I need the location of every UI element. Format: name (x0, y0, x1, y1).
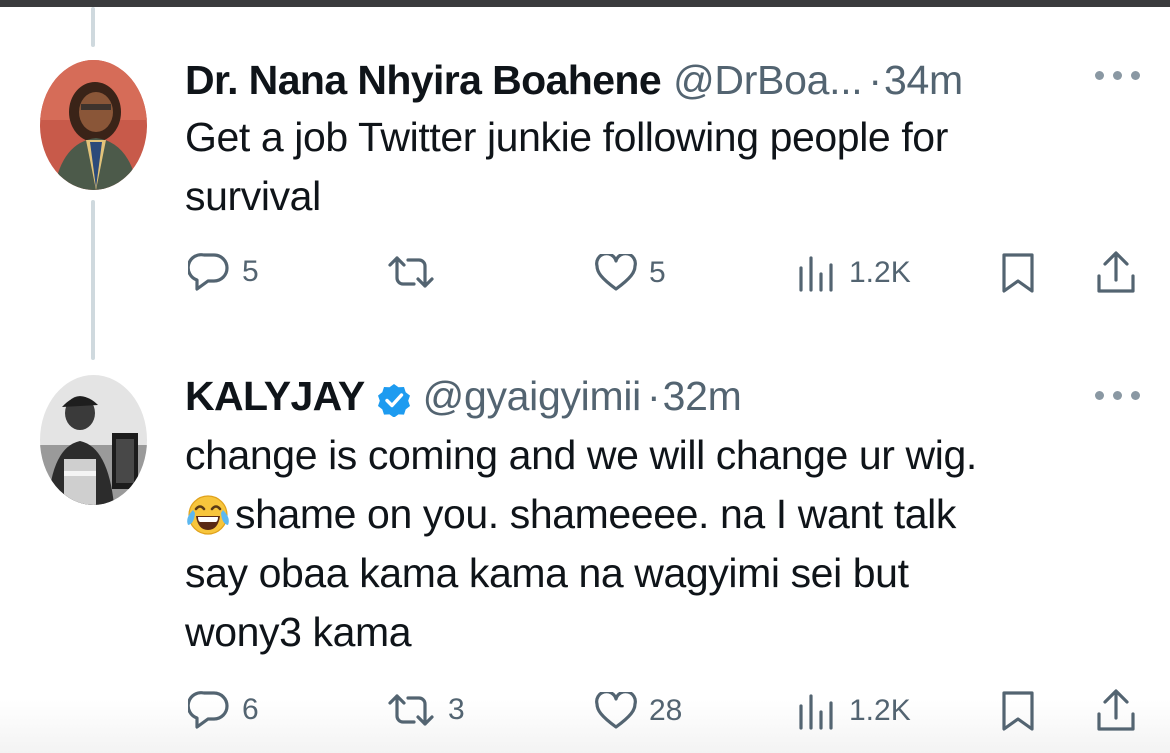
bookmark-icon (1002, 253, 1034, 293)
display-name[interactable]: KALYJAY (185, 372, 365, 420)
tweet-text: change is coming and we will change ur w… (185, 426, 1085, 662)
user-handle[interactable]: @gyaigyimii (423, 372, 642, 420)
share-icon (1097, 689, 1135, 731)
like-count: 5 (649, 256, 666, 289)
like-icon (595, 692, 637, 729)
tweet-text-line-with-emoji: shame on you. shameeee. na I want talk (185, 485, 1085, 544)
reply-icon (188, 691, 229, 729)
tweet-header: Dr. Nana Nhyira Boahene @DrBoa... · 34m (185, 56, 963, 104)
reply-count: 6 (242, 693, 259, 726)
tweet-header: KALYJAY @gyaigyimii · 32m (185, 372, 742, 420)
separator-dot: · (868, 57, 883, 103)
like-button[interactable]: 5 (595, 254, 666, 292)
retweet-button[interactable] (386, 254, 448, 290)
user-handle[interactable]: @DrBoa... (673, 56, 863, 104)
reply-button[interactable]: 5 (188, 252, 259, 292)
reply-icon (188, 253, 229, 291)
more-icon[interactable] (1095, 71, 1140, 83)
avatar[interactable] (40, 375, 147, 505)
like-icon (595, 254, 637, 291)
tweet-text: Get a job Twitter junkie following peopl… (185, 108, 1085, 226)
tweet-text-line: survival (185, 173, 321, 219)
tweet[interactable]: KALYJAY @gyaigyimii · 32m change is comi… (0, 350, 1170, 750)
more-icon[interactable] (1095, 391, 1140, 403)
retweet-icon (388, 694, 434, 726)
action-bar: 6 3 28 1.2K (0, 684, 1170, 734)
timestamp[interactable]: 32m (663, 372, 742, 420)
retweet-count: 3 (448, 693, 465, 726)
bookmark-button[interactable] (1001, 690, 1035, 732)
share-button[interactable] (1096, 250, 1136, 294)
views-icon (799, 694, 833, 730)
view-count: 1.2K (849, 694, 911, 727)
verified-badge-icon (377, 379, 411, 418)
bookmark-icon (1002, 691, 1034, 731)
retweet-icon (388, 256, 434, 288)
reply-count: 5 (242, 255, 259, 288)
separator-dot: · (646, 373, 661, 419)
action-bar: 5 5 1.2K (0, 246, 1170, 296)
tweet-text-segment: shame on you. shameeee. na I want talk (235, 491, 956, 537)
tweet-text-line: Get a job Twitter junkie following peopl… (185, 114, 948, 160)
face-with-tears-of-joy-icon (185, 492, 231, 536)
views-button[interactable]: 1.2K (797, 254, 911, 292)
share-button[interactable] (1096, 688, 1136, 732)
views-icon (799, 256, 833, 292)
share-icon (1097, 251, 1135, 293)
tweet-text-line: wony3 kama (185, 609, 412, 655)
like-count: 28 (649, 694, 683, 727)
like-button[interactable]: 28 (595, 692, 682, 730)
display-name[interactable]: Dr. Nana Nhyira Boahene (185, 56, 662, 104)
avatar[interactable] (40, 60, 147, 190)
tweet[interactable]: Dr. Nana Nhyira Boahene @DrBoa... · 34m … (0, 0, 1170, 330)
tweet-text-line: change is coming and we will change ur w… (185, 432, 977, 478)
tweet-text-line: say obaa kama kama na wagyimi sei but (185, 550, 909, 596)
reply-button[interactable]: 6 (188, 690, 259, 730)
views-button[interactable]: 1.2K (797, 692, 911, 730)
bookmark-button[interactable] (1001, 252, 1035, 294)
view-count: 1.2K (849, 256, 911, 289)
retweet-button[interactable]: 3 (386, 692, 465, 728)
timestamp[interactable]: 34m (884, 56, 963, 104)
